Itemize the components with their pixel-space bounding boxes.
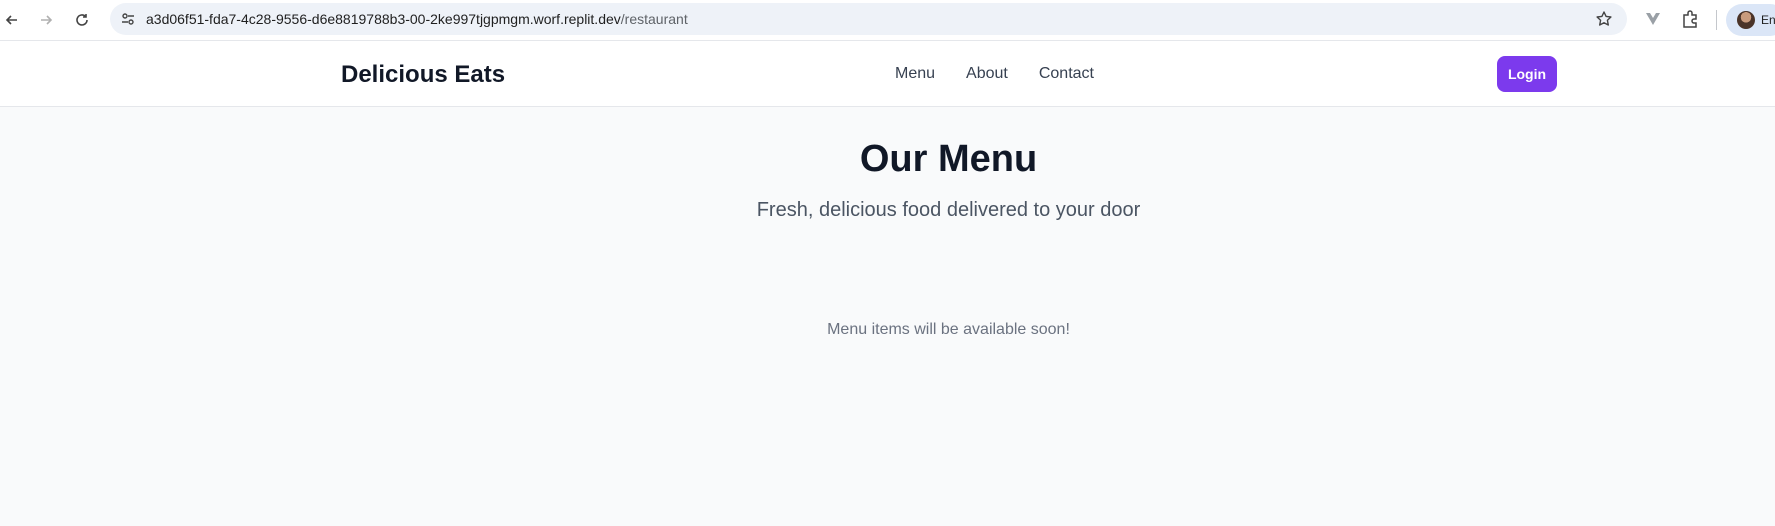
toolbar-divider (1716, 10, 1717, 30)
forward-arrow-icon[interactable] (34, 8, 58, 32)
reload-icon[interactable] (70, 8, 94, 32)
extensions-puzzle-icon[interactable] (1680, 9, 1700, 29)
page-subtitle: Fresh, delicious food delivered to your … (756, 199, 1141, 221)
main-nav: Menu About Contact (895, 65, 1125, 83)
main-content: Our Menu Fresh, delicious food delivered… (0, 108, 1775, 526)
empty-menu-message: Menu items will be available soon! (827, 321, 1070, 338)
profile-label: En (1761, 13, 1775, 27)
nav-link-menu[interactable]: Menu (895, 65, 935, 83)
profile-button[interactable]: En (1726, 4, 1775, 36)
url-host: a3d06f51-fda7-4c28-9556-d6e8819788b3-00-… (146, 11, 621, 27)
site-header: Delicious Eats Menu About Contact Login (0, 41, 1775, 107)
nav-link-about[interactable]: About (966, 65, 1008, 83)
back-arrow-icon[interactable] (0, 8, 24, 32)
bookmark-star-icon[interactable] (1595, 10, 1613, 28)
site-settings-icon[interactable] (120, 11, 136, 27)
login-button[interactable]: Login (1497, 56, 1557, 92)
avatar (1737, 11, 1755, 29)
brand-logo[interactable]: Delicious Eats (341, 61, 505, 89)
nav-link-contact[interactable]: Contact (1039, 65, 1094, 83)
browser-toolbar: a3d06f51-fda7-4c28-9556-d6e8819788b3-00-… (0, 0, 1775, 41)
vue-devtools-icon[interactable] (1643, 9, 1663, 29)
address-bar[interactable]: a3d06f51-fda7-4c28-9556-d6e8819788b3-00-… (110, 3, 1627, 35)
url-text[interactable]: a3d06f51-fda7-4c28-9556-d6e8819788b3-00-… (146, 3, 688, 35)
url-path: /restaurant (620, 11, 688, 27)
page-title: Our Menu (859, 138, 1038, 180)
